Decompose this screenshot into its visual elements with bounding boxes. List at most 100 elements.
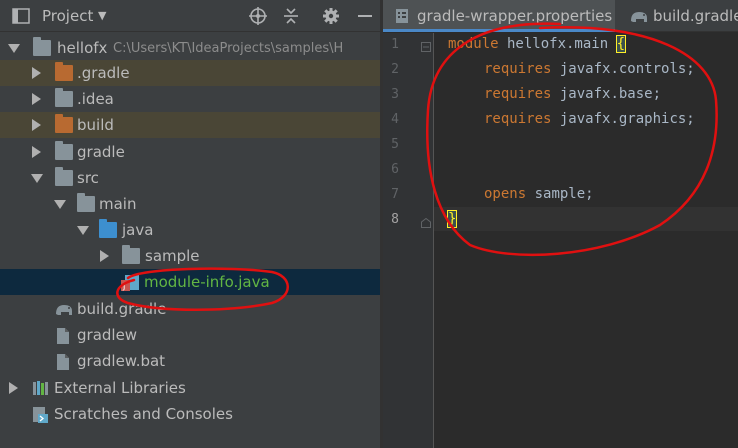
line-number: 2 (391, 62, 399, 77)
folder-icon (55, 167, 73, 186)
identifier: hellofx.main (498, 36, 617, 52)
line-number: 1 (391, 37, 399, 52)
locate-target-icon[interactable] (247, 5, 269, 27)
keyword: module (448, 36, 499, 52)
tree-node-label: hellofx (57, 39, 108, 57)
tree-node-gradlew-bat[interactable]: gradlew.bat (0, 348, 380, 374)
hide-panel-icon[interactable] (354, 5, 376, 27)
gradle-elephant-icon (629, 8, 649, 28)
tab-label: build.gradle (653, 7, 738, 25)
tree-node-label: gradlew.bat (77, 352, 166, 370)
project-panel-header: Project ▼ (0, 0, 380, 32)
svg-text:J: J (122, 282, 125, 291)
tab-gradle-wrapper-properties[interactable]: gradle-wrapper.properties (383, 0, 615, 32)
excluded-folder-icon (55, 62, 73, 81)
keyword: requires (484, 61, 552, 77)
tree-node-label: gradlew (77, 326, 138, 344)
scratches-icon (31, 406, 49, 423)
keyword: opens (484, 186, 527, 202)
properties-file-icon (395, 8, 409, 28)
folder-icon (55, 141, 73, 160)
tree-node-module-info[interactable]: J module-info.java (0, 269, 380, 295)
tree-node-gradlew[interactable]: gradlew (0, 322, 380, 348)
tree-node-main[interactable]: main (0, 191, 380, 217)
tree-node-label: gradle (77, 143, 125, 161)
tab-build-gradle[interactable]: build.gradle (623, 0, 738, 32)
code-line-2[interactable]: requires javafx.controls; (484, 61, 695, 77)
tree-node-build-gradle[interactable]: build.gradle (0, 296, 380, 322)
identifier: javafx.base; (551, 86, 662, 102)
line-number: 3 (391, 87, 399, 102)
project-tool-window: Project ▼ hellofx C:\Users\KT\IdeaProjec… (0, 0, 380, 448)
code-line-3[interactable]: requires javafx.base; (484, 86, 661, 102)
line-number: 6 (391, 162, 399, 177)
code-editor: gradle-wrapper.properties build.gradle 1… (383, 0, 738, 448)
line-number-gutter[interactable]: 1 2 3 4 5 6 7 8 (383, 33, 433, 448)
tree-node-external-libraries[interactable]: External Libraries (0, 375, 380, 401)
tree-node-label: .idea (77, 90, 114, 108)
line-number: 8 (391, 212, 399, 227)
tree-node-label: java (122, 221, 154, 239)
gear-icon[interactable] (320, 5, 342, 27)
chevron-down-icon[interactable]: ▼ (98, 9, 106, 22)
line-number: 7 (391, 187, 399, 202)
code-line-1[interactable]: module hellofx.main { (448, 35, 627, 53)
tree-node-label: main (99, 195, 137, 213)
collapsed-arrow-icon[interactable] (32, 67, 41, 79)
project-view-title[interactable]: Project (42, 7, 93, 25)
tree-node-dot-gradle[interactable]: .gradle (0, 60, 380, 86)
module-folder-icon (77, 193, 95, 212)
tree-node-src[interactable]: src (0, 165, 380, 191)
tree-node-sample[interactable]: sample (0, 243, 380, 269)
file-icon (55, 353, 73, 370)
file-icon (55, 327, 73, 344)
keyword: requires (484, 111, 552, 127)
line-number: 4 (391, 112, 399, 127)
tree-node-label: build (77, 116, 114, 134)
line-number: 5 (391, 137, 399, 152)
expanded-arrow-icon[interactable] (77, 226, 89, 235)
active-tab-indicator (383, 29, 615, 32)
collapsed-arrow-icon[interactable] (100, 250, 109, 262)
identifier: javafx.graphics; (551, 111, 695, 127)
expanded-arrow-icon[interactable] (31, 174, 43, 183)
code-line-7[interactable]: opens sample; (484, 186, 594, 202)
folder-icon (55, 88, 73, 107)
collapsed-arrow-icon[interactable] (9, 382, 18, 394)
expanded-arrow-icon[interactable] (8, 44, 20, 53)
code-line-8[interactable]: } (446, 210, 458, 228)
code-line-4[interactable]: requires javafx.graphics; (484, 111, 695, 127)
java-file-icon: J (120, 274, 139, 291)
module-folder-icon (33, 37, 51, 56)
tree-node-label: Scratches and Consoles (54, 405, 233, 423)
tree-node-dot-idea[interactable]: .idea (0, 86, 380, 112)
source-folder-icon (99, 219, 117, 238)
tree-node-label: build.gradle (77, 300, 167, 318)
editor-tab-bar: gradle-wrapper.properties build.gradle (383, 0, 738, 32)
tree-node-label: External Libraries (54, 379, 186, 397)
collapse-all-icon[interactable] (280, 5, 302, 27)
expanded-arrow-icon[interactable] (54, 200, 66, 209)
fold-end-marker-icon[interactable] (421, 213, 431, 232)
collapsed-arrow-icon[interactable] (32, 146, 41, 158)
tree-node-build[interactable]: build (0, 112, 380, 138)
fold-marker-icon[interactable] (421, 37, 431, 56)
tree-node-hellofx[interactable]: hellofx C:\Users\KT\IdeaProjects\samples… (0, 35, 380, 61)
collapsed-arrow-icon[interactable] (32, 119, 41, 131)
tree-node-label: src (77, 169, 99, 187)
caret-line-highlight (434, 207, 738, 231)
tree-node-scratches[interactable]: Scratches and Consoles (0, 401, 380, 427)
tree-node-gradle[interactable]: gradle (0, 139, 380, 165)
tree-node-label: sample (145, 247, 200, 265)
tree-node-java[interactable]: java (0, 217, 380, 243)
project-path: C:\Users\KT\IdeaProjects\samples\H (113, 41, 344, 56)
collapsed-arrow-icon[interactable] (32, 93, 41, 105)
package-icon (122, 245, 140, 264)
gradle-elephant-icon (54, 301, 72, 317)
tree-node-label: .gradle (77, 64, 130, 82)
matched-brace: } (446, 210, 458, 228)
keyword: requires (484, 86, 552, 102)
identifier: sample; (526, 186, 594, 202)
gutter-separator (433, 33, 434, 448)
excluded-folder-icon (55, 114, 73, 133)
